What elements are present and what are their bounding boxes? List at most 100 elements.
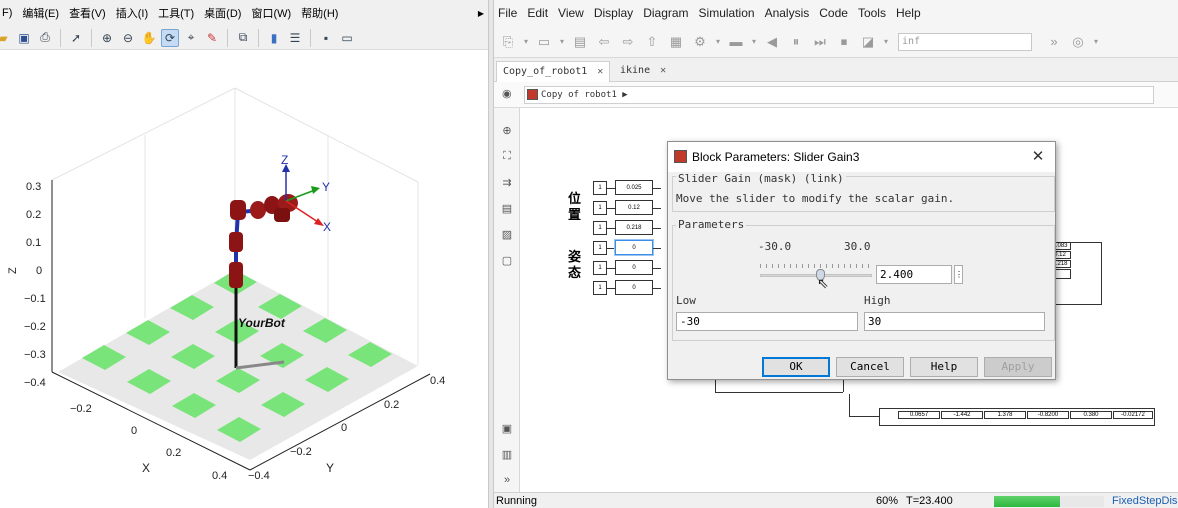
link-icon[interactable]: ⧉ [234,29,252,47]
scope-icon[interactable]: ◪ [858,32,878,52]
expand-icon[interactable]: » [499,472,515,488]
check-icon[interactable]: ◎ [1068,32,1088,52]
zoom-in-icon[interactable]: ⊕ [98,29,116,47]
menubar-expand-icon[interactable]: ▶ [478,9,484,18]
menu-help[interactable]: Help [896,6,921,20]
open-model-icon[interactable]: ▭ [534,32,554,52]
legend-icon[interactable]: ☰ [286,29,304,47]
annotation-icon[interactable]: ▤ [499,200,515,216]
model-explorer-icon[interactable]: ▬ [726,32,746,52]
save-icon[interactable]: ▤ [570,32,590,52]
apply-button[interactable]: Apply [984,357,1052,377]
zoom-icon[interactable]: ⊕ [499,122,515,138]
constant-block[interactable]: 1 [593,241,607,255]
hide-plot-tools-icon[interactable]: ▪ [317,29,335,47]
gain-slider[interactable] [760,258,872,282]
constant-block[interactable]: 1 [593,261,607,275]
high-field[interactable]: 30 [864,312,1045,331]
solver-label[interactable]: FixedStepDis [1112,495,1177,507]
screenshot-icon[interactable]: ▣ [499,420,515,436]
pointer-icon[interactable]: ➚ [67,29,85,47]
constant-block[interactable]: 1 [593,201,607,215]
close-icon[interactable]: ✕ [1028,147,1048,167]
breadcrumb-model[interactable]: Copy of robot1 [541,90,617,100]
tab-ikine[interactable]: ikine ✕ [614,61,672,82]
arrow-icon[interactable]: ⇉ [499,174,515,190]
dialog-title-bar[interactable]: Block Parameters: Slider Gain3 [668,142,1055,172]
constant-block[interactable]: 1 [593,181,607,195]
close-icon[interactable]: ✕ [660,65,666,76]
image-icon[interactable]: ▨ [499,226,515,242]
menu-desktop[interactable]: 桌面(D) [204,5,241,21]
new-model-icon[interactable]: ⎘ [498,32,518,52]
model-browser-icon[interactable]: ▥ [499,446,515,462]
back-icon[interactable]: ⇦ [594,32,614,52]
close-icon[interactable]: ✕ [597,66,603,77]
rotate-icon[interactable]: ⟳ [161,28,179,47]
help-button[interactable]: Help [910,357,978,377]
more-icon[interactable]: » [1044,32,1064,52]
menu-view[interactable]: View [558,6,584,20]
menu-file[interactable]: F) [2,7,12,19]
menu-edit[interactable]: Edit [527,6,548,20]
breadcrumb[interactable]: Copy of robot1 ▶ [524,86,1154,104]
ok-button[interactable]: OK [762,357,830,377]
data-cursor-icon[interactable]: ⌖ [182,29,200,47]
stop-icon[interactable]: ⏹ [834,32,854,52]
zoom-out-icon[interactable]: ⊖ [119,29,137,47]
pan-icon[interactable]: ✋ [140,29,158,47]
hide-explorer-icon[interactable]: ◉ [502,87,512,100]
gain-spinner-icon[interactable]: ⋮ [954,265,963,284]
constant-block[interactable]: 1 [593,221,607,235]
slider-gain-block[interactable]: 0 [615,280,653,295]
cancel-button[interactable]: Cancel [836,357,904,377]
library-browser-icon[interactable]: ▦ [666,32,686,52]
slider-gain-block[interactable]: 0 [615,260,653,275]
menu-insert[interactable]: 插入(I) [116,5,148,21]
fit-to-view-icon[interactable]: ⛶ [499,148,515,164]
menu-analysis[interactable]: Analysis [765,6,810,20]
menu-tools[interactable]: 工具(T) [158,5,194,21]
slider-gain-block[interactable]: 0.025 [615,180,653,195]
show-plot-tools-icon[interactable]: ▭ [338,29,356,47]
chevron-down-icon[interactable]: ▾ [882,32,890,52]
low-field[interactable]: -30 [676,312,858,331]
area-icon[interactable]: ▢ [499,252,515,268]
slider-gain-block[interactable]: 0.12 [615,200,653,215]
menu-help[interactable]: 帮助(H) [301,5,338,21]
up-icon[interactable]: ⇧ [642,32,662,52]
step-back-icon[interactable]: ◀ [762,32,782,52]
menu-display[interactable]: Display [594,6,633,20]
step-forward-icon[interactable]: ⏭ [810,32,830,52]
menu-diagram[interactable]: Diagram [643,6,688,20]
model-settings-icon[interactable]: ⚙ [690,32,710,52]
slider-gain-block[interactable]: 0.218 [615,220,653,235]
menu-file[interactable]: File [498,6,517,20]
chevron-down-icon[interactable]: ▾ [558,32,566,52]
menu-edit[interactable]: 编辑(E) [22,5,59,21]
open-icon[interactable]: ▰ [0,29,12,47]
chevron-down-icon[interactable]: ▾ [522,32,530,52]
gain-value-field[interactable]: 2.400 [876,265,952,284]
chevron-down-icon[interactable]: ▾ [750,32,758,52]
save-icon[interactable]: ▣ [15,29,33,47]
print-icon[interactable]: ⎙ [36,29,54,47]
brush-icon[interactable]: ✎ [203,29,221,47]
menu-code[interactable]: Code [819,6,848,20]
output-display-block[interactable]: 0.0657 -1.442 1.378 -0.8200 0.380 -0.021… [879,408,1155,426]
menu-window[interactable]: 窗口(W) [251,5,291,21]
tab-copy-of-robot1[interactable]: Copy_of_robot1 ✕ [496,61,611,82]
pause-icon[interactable]: ⏸ [786,32,806,52]
robot-arm[interactable] [229,194,298,288]
chevron-down-icon[interactable]: ▾ [714,32,722,52]
menu-simulation[interactable]: Simulation [699,6,755,20]
menu-view[interactable]: 查看(V) [69,5,106,21]
robot-3d-axes[interactable]: 0.3 0.2 0.1 0 −0.1 −0.2 −0.3 −0.4 Z −0.2… [0,50,488,508]
stop-time-input[interactable]: inf [898,32,1032,51]
colorbar-icon[interactable]: ▮ [265,29,283,47]
constant-block[interactable]: 1 [593,281,607,295]
chevron-right-icon[interactable]: ▶ [622,90,627,100]
forward-icon[interactable]: ⇨ [618,32,638,52]
chevron-down-icon[interactable]: ▾ [1092,32,1100,52]
menu-tools[interactable]: Tools [858,6,886,20]
